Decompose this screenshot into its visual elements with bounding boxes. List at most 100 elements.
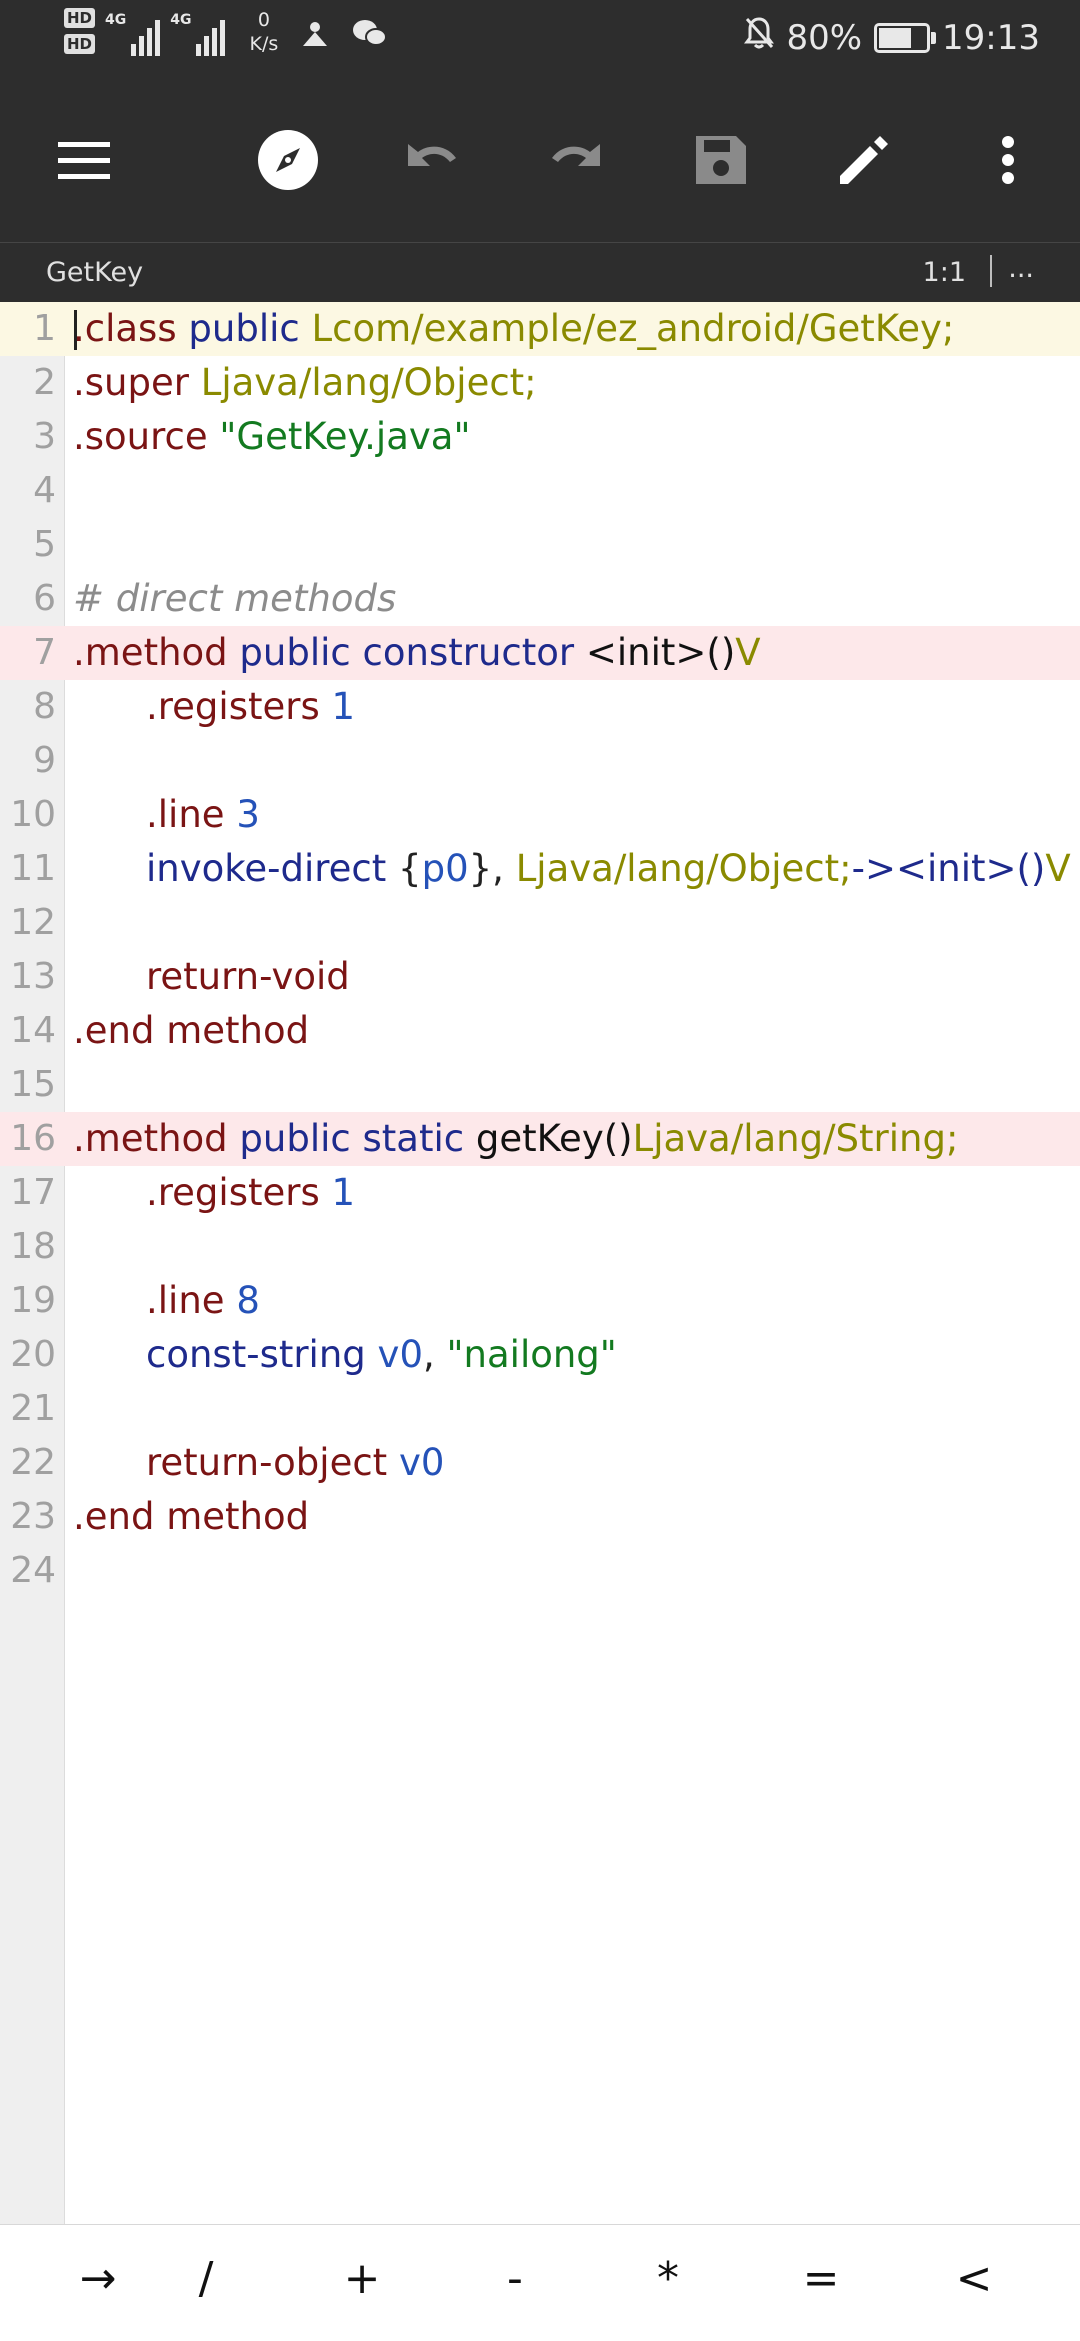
compass-icon — [258, 130, 318, 190]
code-token: }, — [468, 847, 516, 890]
code-token: method — [166, 1009, 310, 1052]
code-text: .class public Lcom/example/ez_android/Ge… — [73, 302, 954, 356]
code-line[interactable]: 5 — [0, 518, 1080, 572]
edit-button[interactable] — [814, 110, 914, 210]
file-tab-title[interactable]: GetKey — [46, 257, 143, 288]
code-token: -><init>() — [851, 847, 1046, 890]
line-number: 17 — [10, 1172, 56, 1213]
line-number: 6 — [33, 578, 56, 619]
text-cursor — [74, 310, 77, 350]
code-text: return-object v0 — [146, 1436, 444, 1490]
battery-fill — [879, 27, 912, 48]
code-line[interactable]: 17 .registers 1 — [0, 1166, 1080, 1220]
undo-button[interactable] — [382, 110, 482, 210]
line-number: 14 — [10, 1010, 56, 1051]
code-line[interactable]: 4 — [0, 464, 1080, 518]
code-token: .end — [73, 1009, 155, 1052]
line-number: 1 — [33, 308, 56, 349]
code-text: invoke-direct {p0}, Ljava/lang/Object;->… — [146, 842, 1071, 896]
code-line[interactable]: 8 .registers 1 — [0, 680, 1080, 734]
line-number: 19 — [10, 1280, 56, 1321]
code-token: 1 — [331, 1171, 356, 1214]
code-token: Lcom/example/ez_android/GetKey; — [311, 307, 955, 350]
save-icon — [696, 136, 746, 184]
network-speed: 0 K/s — [249, 8, 278, 56]
code-line[interactable]: 20 const-string v0, "nailong" — [0, 1328, 1080, 1382]
menu-button[interactable] — [34, 110, 134, 210]
code-line[interactable]: 3 .source "GetKey.java" — [0, 410, 1080, 464]
symbol-key[interactable]: = — [771, 2253, 871, 2304]
network-speed-value: 0 — [257, 9, 270, 31]
code-token: .registers — [146, 685, 320, 728]
code-token: .super — [73, 361, 189, 404]
symbol-key-bar: → / + - * = < — [0, 2224, 1080, 2341]
code-line[interactable]: 14 .end method — [0, 1004, 1080, 1058]
wechat-icon — [352, 18, 388, 56]
network-type-label: 4G — [170, 12, 192, 28]
tab-more-button[interactable]: ... — [1008, 253, 1034, 284]
cursor-position: 1:1 — [922, 257, 966, 288]
save-button[interactable] — [670, 110, 770, 210]
symbol-key[interactable]: + — [312, 2253, 412, 2304]
line-number: 20 — [10, 1334, 56, 1375]
symbol-key[interactable]: / — [156, 2253, 256, 2304]
symbol-key[interactable]: - — [465, 2253, 565, 2304]
code-line[interactable]: 19 .line 8 — [0, 1274, 1080, 1328]
code-line[interactable]: 1 .class public Lcom/example/ez_android/G… — [0, 302, 1080, 356]
code-token: # direct methods — [73, 577, 397, 620]
code-line[interactable]: 2 .super Ljava/lang/Object; — [0, 356, 1080, 410]
code-text: .line 3 — [146, 788, 260, 842]
code-token: public — [239, 631, 351, 674]
code-line[interactable]: 21 — [0, 1382, 1080, 1436]
code-line[interactable]: 9 — [0, 734, 1080, 788]
line-number: 22 — [10, 1442, 56, 1483]
code-editor[interactable]: 1 .class public Lcom/example/ez_android/G… — [0, 302, 1080, 2224]
file-tab-bar: GetKey 1:1 ... — [0, 242, 1080, 303]
code-line[interactable]: 12 — [0, 896, 1080, 950]
code-token: .method — [73, 631, 228, 674]
line-number: 9 — [33, 740, 56, 781]
code-line[interactable]: 13 return-void — [0, 950, 1080, 1004]
code-line[interactable]: 11 invoke-direct {p0}, Ljava/lang/Object;… — [0, 842, 1080, 896]
code-line[interactable]: 22 return-object v0 — [0, 1436, 1080, 1490]
mute-bell-icon — [744, 16, 775, 59]
code-line[interactable]: 16 .method public static getKey()Ljava/la… — [0, 1112, 1080, 1166]
symbol-key[interactable]: * — [618, 2253, 718, 2304]
network-type-label: 4G — [105, 12, 127, 28]
navigate-button[interactable] — [238, 110, 338, 210]
code-token: getKey() — [475, 1117, 633, 1160]
code-token: , — [422, 1333, 447, 1376]
code-line[interactable]: 24 — [0, 1544, 1080, 1598]
code-token: Ljava/lang/Object; — [200, 361, 537, 404]
code-line[interactable]: 15 — [0, 1058, 1080, 1112]
code-line[interactable]: 18 — [0, 1220, 1080, 1274]
more-options-button[interactable] — [958, 110, 1058, 210]
hd-badge: HD — [64, 34, 96, 54]
code-token: V — [735, 631, 761, 674]
hd-badge: HD — [64, 8, 96, 28]
code-text: # direct methods — [73, 572, 396, 626]
code-token: .line — [146, 1279, 225, 1322]
code-line[interactable]: 7 .method public constructor <init>()V — [0, 626, 1080, 680]
code-line[interactable]: 23 .end method — [0, 1490, 1080, 1544]
redo-button[interactable] — [526, 110, 626, 210]
hd-badges: HD HD — [64, 8, 96, 54]
code-line[interactable]: 6 # direct methods — [0, 572, 1080, 626]
symbol-key[interactable]: < — [924, 2253, 1024, 2304]
code-line[interactable]: 10 .line 3 — [0, 788, 1080, 842]
code-text: .method public static getKey()Ljava/lang… — [73, 1112, 958, 1166]
code-token: public — [239, 1117, 351, 1160]
line-number: 10 — [10, 794, 56, 835]
symbol-key[interactable]: → — [48, 2253, 148, 2304]
